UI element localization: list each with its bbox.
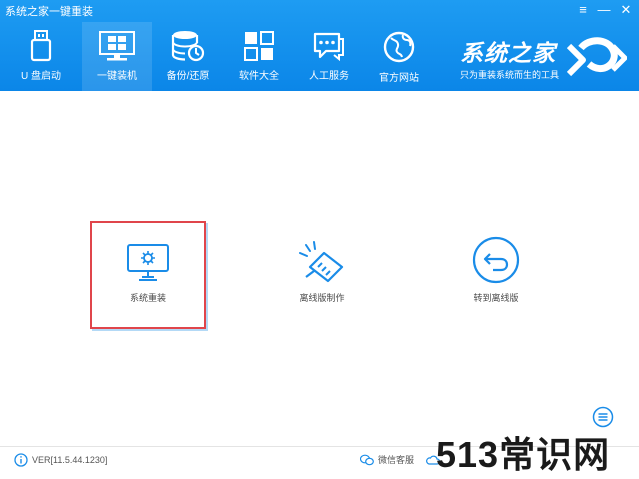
menu-control[interactable]: ≡ (574, 2, 592, 17)
offline-version-option[interactable]: 离线版制作 (264, 221, 380, 329)
nav-label: U 盘启动 (21, 71, 61, 82)
back-circle-icon (472, 236, 520, 284)
brand-name: 系统之家 (460, 40, 556, 66)
nav-item-manual-service[interactable]: 人工服务 (294, 22, 364, 91)
globe-icon (383, 31, 415, 63)
nav-item-software[interactable]: 软件大全 (224, 22, 294, 91)
window-title: 系统之家一键重装 (5, 6, 93, 18)
usb-icon (30, 30, 52, 62)
nav-label: 一键装机 (97, 71, 137, 82)
info-icon (14, 453, 28, 467)
minimize-button[interactable]: — (595, 2, 613, 17)
wechat-icon (360, 454, 374, 465)
nav-label: 软件大全 (239, 71, 279, 82)
list-menu-icon[interactable] (592, 406, 614, 428)
option-label: 系统重装 (129, 293, 166, 303)
brand-slogan: 只为重装系统而生的工具 (460, 70, 560, 80)
main-nav: U 盘启动 一键装机 备份/还原 软件大全 人工服务 官方网站 (0, 22, 434, 91)
version-text: VER[11.5.44.1230] (32, 455, 108, 465)
option-label: 离线版制作 (299, 293, 345, 303)
wechat-label: 微信客服 (378, 455, 415, 465)
nav-label: 官方网站 (379, 73, 419, 84)
go-offline-option[interactable]: 转到离线版 (438, 221, 554, 329)
chat-icon (313, 32, 344, 62)
database-restore-icon (171, 31, 205, 62)
brand: 系统之家 只为重装系统而生的工具 (460, 34, 559, 81)
watermark: 513常识网 (436, 434, 611, 475)
apps-grid-icon (244, 31, 274, 61)
system-reinstall-option[interactable]: 系统重装 (90, 221, 206, 329)
nav-item-backup-restore[interactable]: 备份/还原 (152, 22, 224, 91)
nav-item-usb-boot[interactable]: U 盘启动 (0, 22, 82, 91)
option-label: 转到离线版 (473, 293, 519, 303)
version-info: VER[11.5.44.1230] (14, 453, 107, 467)
header-bar: 系统之家一键重装 ≡ — ✕ U 盘启动 一键装机 备份/还原 软件大全 人工服… (0, 0, 639, 91)
nav-item-official-site[interactable]: 官方网站 (364, 22, 434, 91)
wechat-service-link[interactable]: 微信客服 (360, 453, 414, 466)
nav-label: 人工服务 (309, 71, 349, 82)
nav-label: 备份/还原 (166, 71, 210, 82)
monitor-gear-icon (127, 244, 169, 281)
nav-item-one-click-install[interactable]: 一键装机 (82, 22, 152, 91)
brand-logo-icon (567, 37, 627, 77)
windows-monitor-icon (99, 31, 135, 61)
network-plug-icon (299, 241, 344, 283)
close-button[interactable]: ✕ (617, 2, 635, 18)
